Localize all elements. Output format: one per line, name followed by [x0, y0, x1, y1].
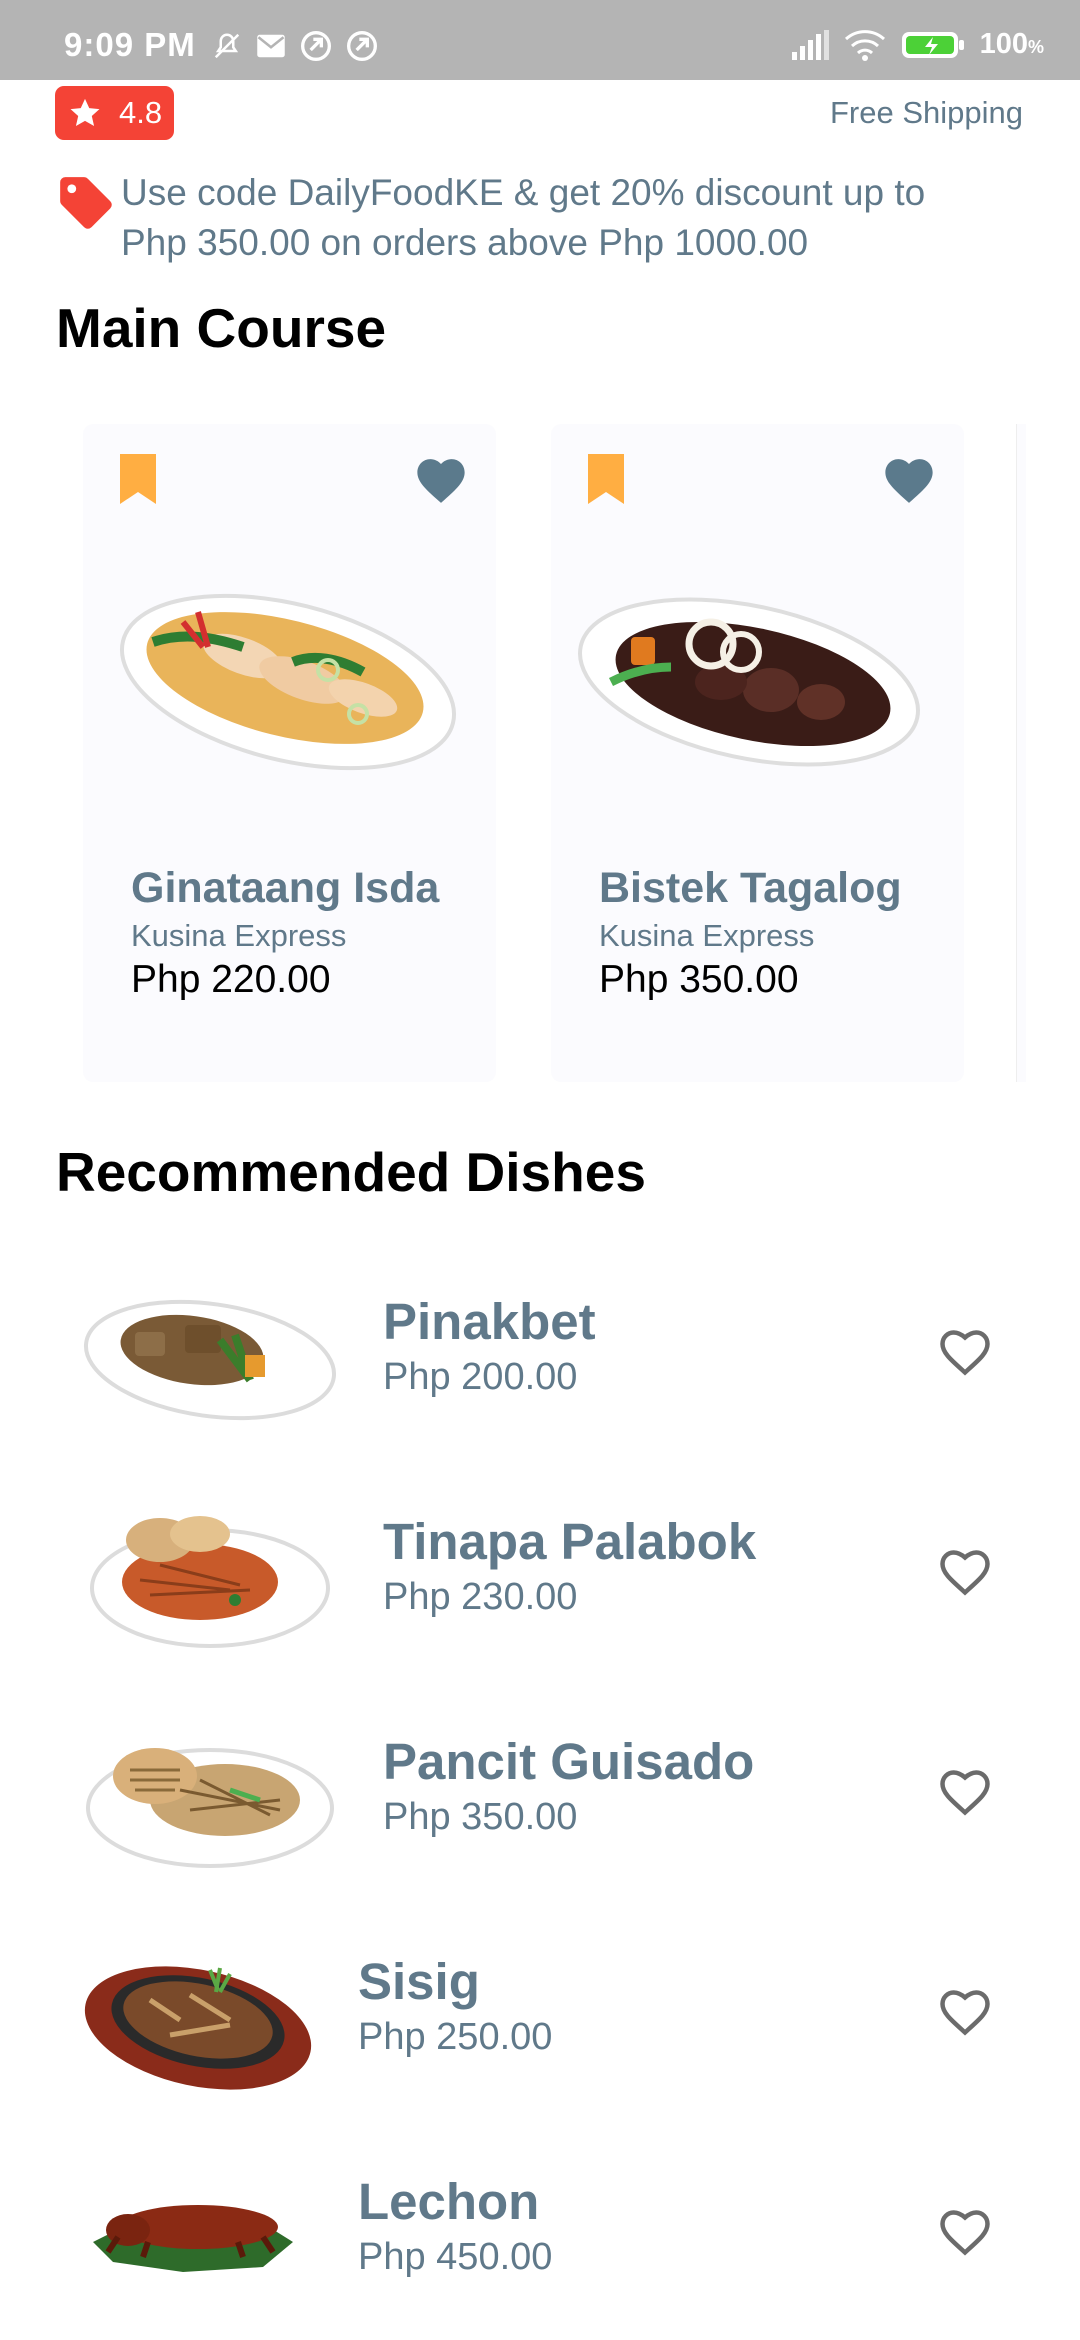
dish-price: Php 230.00: [383, 1576, 578, 1618]
dish-name: Lechon: [358, 2173, 540, 2230]
card-vendor: Kusina Express: [131, 918, 347, 953]
rating-value: 4.8: [119, 95, 163, 130]
list-item[interactable]: Sisig Php 250.00: [0, 1920, 1080, 2120]
list-item[interactable]: Pinakbet Php 200.00: [0, 1260, 1080, 1460]
promo-banner: Use code DailyFoodKE & get 20% discount …: [55, 168, 1035, 268]
list-item[interactable]: Lechon Php 450.00: [0, 2140, 1080, 2340]
status-bar: 9:09 PM 100%: [0, 0, 1080, 80]
bookmark-icon[interactable]: [118, 454, 158, 504]
card-name: Ginataang Isda: [131, 864, 440, 912]
star-icon: [70, 98, 100, 127]
sync-icon: [347, 31, 377, 61]
dish-thumbnail: [90, 1516, 330, 1648]
dish-thumbnail: [93, 2205, 293, 2272]
dish-name: Pancit Guisado: [383, 1733, 755, 1790]
main-course-title: Main Course: [56, 297, 387, 359]
dish-image: [578, 597, 920, 767]
heart-icon[interactable]: [880, 452, 938, 504]
card-vendor: Kusina Express: [599, 918, 815, 953]
heart-outline-icon[interactable]: [935, 2202, 995, 2258]
free-shipping-label: Free Shipping: [829, 95, 1023, 130]
list-item[interactable]: Pancit Guisado Php 350.00: [0, 1700, 1080, 1900]
battery-icon: [901, 31, 964, 58]
dish-price: Php 250.00: [358, 2016, 553, 2058]
bell-off-icon: [214, 33, 240, 59]
heart-outline-icon[interactable]: [935, 1982, 995, 2038]
heart-icon[interactable]: [412, 452, 470, 504]
card-name: Bistek Tagalog: [599, 864, 902, 912]
dish-thumbnail: [86, 1748, 334, 1868]
rating-badge: 4.8: [55, 86, 174, 140]
dish-image: [119, 593, 457, 771]
dish-thumbnail: [83, 1299, 337, 1421]
sync-icon: [301, 31, 331, 61]
dish-thumbnail: [84, 1966, 312, 2090]
dish-price: Php 350.00: [383, 1796, 578, 1838]
system-icons: 100%: [790, 28, 1044, 61]
main-course-card[interactable]: Bistek Tagalog Kusina Express Php 350.00: [551, 424, 964, 1082]
signal-icon: [791, 29, 829, 60]
battery-level: 100%: [979, 28, 1044, 60]
mail-icon: [257, 34, 285, 58]
dish-name: Pinakbet: [383, 1293, 596, 1350]
card-price: Php 350.00: [599, 958, 799, 1001]
heart-outline-icon[interactable]: [935, 1762, 995, 1818]
recommended-title: Recommended Dishes: [56, 1141, 646, 1203]
notification-icons: [212, 30, 378, 62]
dish-price: Php 200.00: [383, 1356, 578, 1398]
heart-outline-icon[interactable]: [935, 1542, 995, 1598]
status-time: 9:09 PM: [64, 26, 196, 63]
bookmark-icon[interactable]: [586, 454, 626, 504]
list-item[interactable]: Tinapa Palabok Php 230.00: [0, 1480, 1080, 1680]
promo-text: Use code DailyFoodKE & get 20% discount …: [121, 172, 926, 263]
main-course-card[interactable]: Ginataang Isda Kusina Express Php 220.00: [83, 424, 496, 1082]
next-card-peek[interactable]: [1016, 424, 1026, 1082]
wifi-icon: [844, 29, 885, 61]
dish-name: Sisig: [358, 1953, 480, 2010]
dish-price: Php 450.00: [358, 2236, 553, 2278]
card-price: Php 220.00: [131, 958, 331, 1001]
heart-outline-icon[interactable]: [935, 1322, 995, 1378]
dish-name: Tinapa Palabok: [383, 1513, 757, 1570]
